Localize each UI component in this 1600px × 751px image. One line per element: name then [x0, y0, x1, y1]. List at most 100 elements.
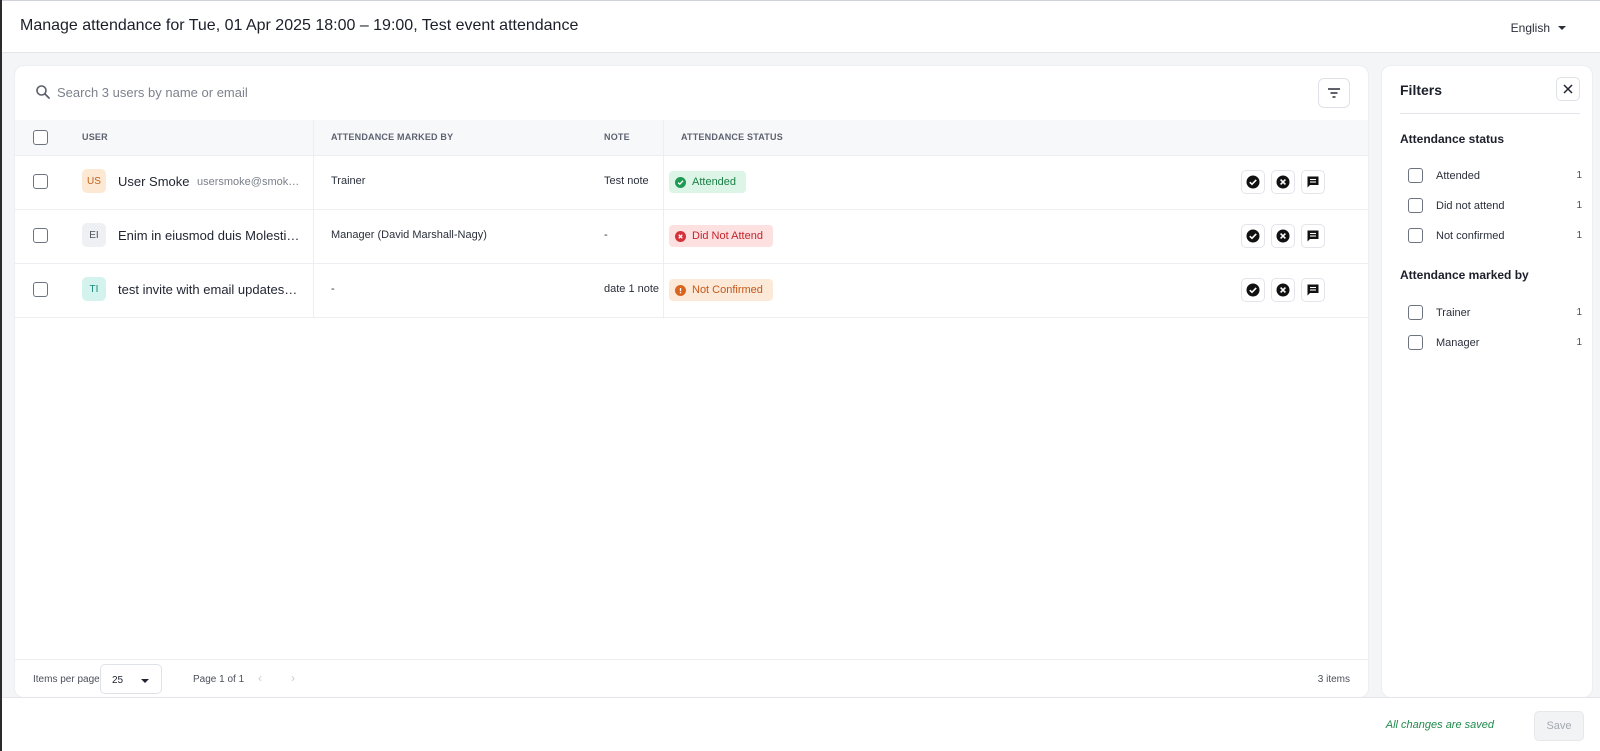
user-name: test invite with email updates…: [118, 282, 298, 297]
user-name: User Smoke: [118, 174, 190, 189]
filter-option-count: 1: [1576, 307, 1582, 318]
filters-divider: [1400, 113, 1580, 114]
avatar: EI: [82, 223, 106, 247]
row-checkbox[interactable]: [33, 282, 48, 297]
save-button[interactable]: Save: [1534, 711, 1584, 741]
filter-option-did-not-attend[interactable]: Did not attend 1: [1400, 196, 1582, 216]
close-icon: [1563, 84, 1573, 94]
top-bar: Manage attendance for Tue, 01 Apr 2025 1…: [2, 0, 1600, 53]
filter-option-manager[interactable]: Manager 1: [1400, 333, 1582, 353]
add-note-button[interactable]: [1301, 224, 1325, 248]
table-header: USER ATTENDANCE MARKED BY NOTE ATTENDANC…: [15, 120, 1368, 156]
avatar: US: [82, 169, 106, 193]
mark-attended-button[interactable]: [1241, 278, 1265, 302]
row-checkbox[interactable]: [33, 228, 48, 243]
filter-checkbox[interactable]: [1408, 198, 1423, 213]
comment-icon: [1307, 176, 1319, 188]
footer-bar: All changes are saved Save: [2, 697, 1600, 751]
language-selector[interactable]: English: [1511, 21, 1566, 35]
add-note-button[interactable]: [1301, 278, 1325, 302]
filter-checkbox[interactable]: [1408, 168, 1423, 183]
x-circle-icon: [1276, 175, 1290, 189]
table-row[interactable]: EI Enim in eiusmod duis Molesti… Manager…: [15, 210, 1368, 264]
column-divider: [663, 156, 664, 210]
mark-not-attended-button[interactable]: [1271, 224, 1295, 248]
page-info: Page 1 of 1: [193, 674, 245, 685]
filter-option-count: 1: [1576, 200, 1582, 211]
column-header-note[interactable]: NOTE: [604, 132, 630, 142]
user-name: Enim in eiusmod duis Molesti…: [118, 228, 300, 243]
x-circle-icon: [1276, 229, 1290, 243]
filter-option-label: Attended: [1436, 170, 1481, 182]
check-circle-icon: [675, 176, 686, 188]
items-per-page-select[interactable]: 25: [100, 664, 162, 694]
marked-by-cell: Trainer: [331, 175, 366, 187]
filter-option-not-confirmed[interactable]: Not confirmed 1: [1400, 226, 1582, 246]
filters-title: Filters: [1400, 82, 1443, 98]
next-page-button[interactable]: ›: [291, 671, 295, 685]
filter-option-attended[interactable]: Attended 1: [1400, 166, 1582, 186]
check-circle-icon: [1246, 175, 1260, 189]
previous-page-button[interactable]: ‹: [258, 671, 262, 685]
filter-option-label: Not confirmed: [1436, 230, 1505, 242]
row-checkbox[interactable]: [33, 174, 48, 189]
comment-icon: [1307, 230, 1319, 242]
table-row[interactable]: TI test invite with email updates… - dat…: [15, 264, 1368, 318]
search-icon: [36, 85, 50, 99]
exclamation-circle-icon: [675, 284, 686, 296]
add-note-button[interactable]: [1301, 170, 1325, 194]
attendance-table: USER ATTENDANCE MARKED BY NOTE ATTENDANC…: [15, 120, 1368, 318]
filter-toggle-button[interactable]: [1318, 78, 1350, 108]
filter-option-count: 1: [1576, 170, 1582, 181]
filter-icon: [1328, 88, 1340, 98]
filter-checkbox[interactable]: [1408, 305, 1423, 320]
filter-option-trainer[interactable]: Trainer 1: [1400, 303, 1582, 323]
pagination-bar: Items per page 25 Page 1 of 1 ‹ › 3 item…: [15, 659, 1368, 697]
filter-checkbox[interactable]: [1408, 335, 1423, 350]
note-cell: Test note: [604, 175, 649, 187]
page-title: Manage attendance for Tue, 01 Apr 2025 1…: [20, 17, 579, 34]
comment-icon: [1307, 284, 1319, 296]
column-header-status[interactable]: ATTENDANCE STATUS: [681, 132, 783, 142]
x-circle-icon: [675, 230, 686, 242]
note-cell: date 1 note: [604, 283, 660, 295]
filter-checkbox[interactable]: [1408, 228, 1423, 243]
mark-not-attended-button[interactable]: [1271, 170, 1295, 194]
user-email: usersmoke@smok…: [197, 176, 300, 188]
close-filters-button[interactable]: [1556, 77, 1580, 101]
total-items: 3 items: [1317, 674, 1350, 685]
status-label: Did Not Attend: [692, 230, 763, 242]
filter-section-marked-by: Attendance marked by: [1400, 268, 1529, 282]
marked-by-cell: Manager (David Marshall-Nagy): [331, 229, 487, 241]
status-label: Attended: [692, 176, 737, 188]
chevron-down-icon: [1558, 26, 1566, 30]
select-all-checkbox[interactable]: [33, 130, 48, 145]
save-status-text: All changes are saved: [1385, 719, 1494, 731]
filter-option-label: Manager: [1436, 337, 1480, 349]
status-badge: Did Not Attend: [669, 225, 773, 247]
filter-option-count: 1: [1576, 337, 1582, 348]
check-circle-icon: [1246, 229, 1260, 243]
mark-not-attended-button[interactable]: [1271, 278, 1295, 302]
table-row[interactable]: US User Smoke usersmoke@smok… Trainer Te…: [15, 156, 1368, 210]
items-per-page-label: Items per page: [33, 674, 100, 685]
chevron-down-icon: [141, 679, 149, 683]
column-divider: [663, 264, 664, 318]
status-label: Not Confirmed: [692, 284, 763, 296]
column-header-marked-by[interactable]: ATTENDANCE MARKED BY: [331, 132, 453, 142]
filter-section-status: Attendance status: [1400, 132, 1505, 146]
language-label: English: [1510, 21, 1550, 35]
mark-attended-button[interactable]: [1241, 170, 1265, 194]
column-divider: [663, 210, 664, 264]
search-input[interactable]: [57, 80, 657, 104]
attendance-table-card: USER ATTENDANCE MARKED BY NOTE ATTENDANC…: [14, 65, 1369, 698]
column-divider: [313, 120, 314, 156]
app-frame: Manage attendance for Tue, 01 Apr 2025 1…: [0, 0, 1600, 751]
x-circle-icon: [1276, 283, 1290, 297]
column-header-user[interactable]: USER: [82, 132, 108, 142]
column-divider: [313, 156, 314, 210]
column-divider: [313, 264, 314, 318]
mark-attended-button[interactable]: [1241, 224, 1265, 248]
note-cell: -: [604, 229, 608, 241]
marked-by-cell: -: [331, 283, 335, 295]
